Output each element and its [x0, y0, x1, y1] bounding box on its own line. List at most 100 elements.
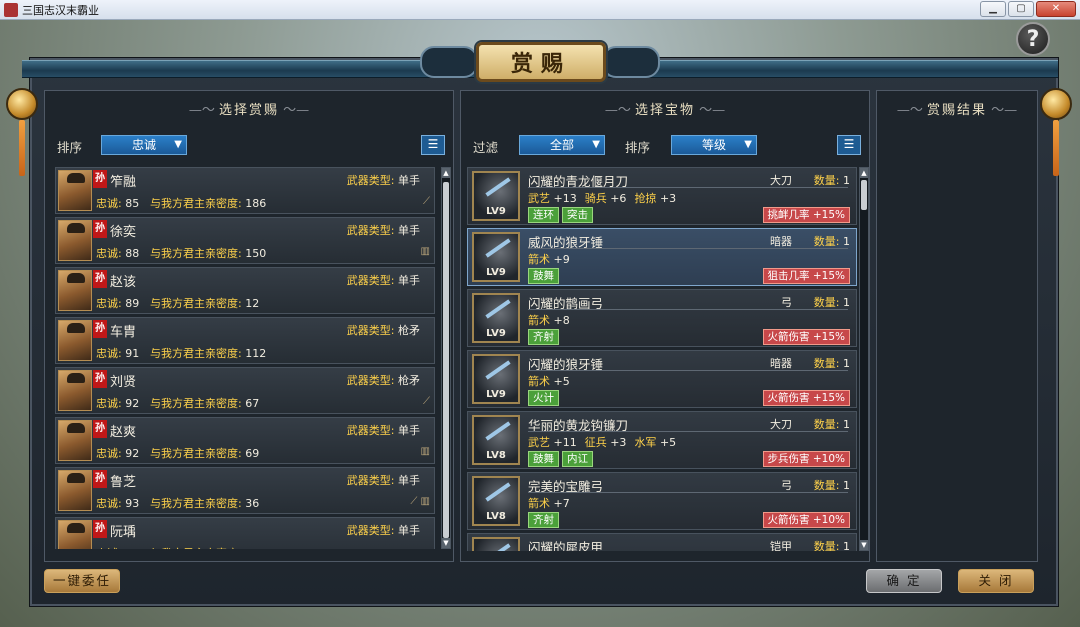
officer-name: 徐奕 — [110, 225, 137, 240]
window-titlebar: 三国志汉末霸业 ▁ ▢ ✕ — [0, 0, 1080, 20]
list-icon: ☰ — [843, 137, 855, 151]
equipment-marks-icon: ▥ — [420, 446, 430, 457]
treasure-scrollbar[interactable]: ▲ ▼ — [859, 167, 869, 551]
equipment-marks-icon: ⟋ — [423, 196, 430, 207]
weapon-type: 武器类型: 单手 — [346, 224, 420, 237]
treasure-skills: 齐射 — [528, 329, 559, 345]
maximize-button[interactable]: ▢ — [1008, 1, 1034, 17]
window-close-button[interactable]: ✕ — [1036, 1, 1076, 17]
treasure-filter-dropdown[interactable]: 全部 ▼ — [519, 135, 605, 155]
divider — [528, 431, 848, 432]
treasure-panel: —〜 选择宝物 〜— 过滤 全部 ▼ 排序 等级 ▼ ☰ LV9 闪耀的青龙偃月刀 … — [460, 90, 870, 562]
treasure-row[interactable]: LV9 闪耀的鹊画弓 弓 数量: 1 箭术 +8 齐射 火箭伤害 +15% — [467, 289, 857, 347]
skill-tag: 鼓舞 — [528, 268, 559, 284]
confirm-button[interactable]: 确 定 — [866, 569, 942, 593]
treasure-row[interactable]: LV9 闪耀的狼牙锤 暗器 数量: 1 箭术 +5 火计 火箭伤害 +15% — [467, 350, 857, 408]
window-controls: ▁ ▢ ✕ — [980, 1, 1076, 17]
officer-row[interactable]: 孙 赵爽 武器类型: 单手 忠诚: 92 与我方君主亲密度: 69 ▥ — [55, 417, 435, 464]
officer-scrollbar[interactable]: ▲ ▼ — [441, 167, 451, 549]
treasure-sort-label: 排序 — [625, 140, 651, 155]
treasure-filter-label: 过滤 — [473, 140, 499, 155]
treasure-row[interactable]: LV9 威风的狼牙锤 暗器 数量: 1 箭术 +9 鼓舞 狙击几率 +15% — [467, 228, 857, 286]
treasure-quantity: 数量: 1 — [813, 296, 850, 309]
scroll-up-icon[interactable]: ▲ — [860, 168, 868, 178]
scroll-down-icon[interactable]: ▼ — [442, 538, 450, 548]
loyalty-value: 忠诚: 91 — [96, 347, 140, 360]
treasure-list: LV9 闪耀的青龙偃月刀 大刀 数量: 1 武艺 +13 骑兵 +6 抢掠 +3 连… — [467, 167, 861, 551]
officer-portrait — [58, 470, 92, 511]
divider — [528, 492, 848, 493]
officer-sort-dropdown[interactable]: 忠诚 ▼ — [101, 135, 187, 155]
officer-list: 孙 笮融 武器类型: 单手 忠诚: 85 与我方君主亲密度: 186 ⟋ 孙 徐… — [55, 167, 439, 549]
divider — [528, 309, 848, 310]
treasure-bonus: 步兵伤害 +10% — [762, 451, 850, 467]
treasure-category: 大刀 — [770, 174, 792, 187]
officer-portrait — [58, 170, 92, 211]
auto-assign-button[interactable]: 一键委任 — [44, 569, 120, 593]
scroll-down-icon[interactable]: ▼ — [860, 540, 868, 550]
treasure-category: 暗器 — [770, 357, 792, 370]
treasure-scroll-thumb[interactable] — [861, 180, 867, 210]
treasure-icon: LV9 — [472, 171, 520, 221]
treasure-row[interactable]: LV9 闪耀的青龙偃月刀 大刀 数量: 1 武艺 +13 骑兵 +6 抢掠 +3 连… — [467, 167, 857, 225]
officer-list-view-button[interactable]: ☰ — [421, 135, 445, 155]
officer-row[interactable]: 孙 徐奕 武器类型: 单手 忠诚: 88 与我方君主亲密度: 150 ▥ — [55, 217, 435, 264]
equipment-marks-icon: ⟋ ▥ — [410, 496, 430, 507]
officer-name: 赵爽 — [110, 425, 137, 440]
treasure-stats: 武艺 +11 征兵 +3 水军 +5 — [528, 436, 677, 449]
officer-row[interactable]: 孙 笮融 武器类型: 单手 忠诚: 85 与我方君主亲密度: 186 ⟋ — [55, 167, 435, 214]
treasure-bonus: 狙击几率 +15% — [762, 268, 850, 284]
officer-row[interactable]: 孙 赵该 武器类型: 单手 忠诚: 89 与我方君主亲密度: 12 — [55, 267, 435, 314]
scroll-up-icon[interactable]: ▲ — [442, 168, 450, 178]
treasure-skills: 鼓舞 内讧 — [528, 451, 593, 467]
treasure-category: 大刀 — [770, 418, 792, 431]
divider — [528, 248, 848, 249]
faction-badge: 孙 — [93, 170, 107, 188]
treasure-stats: 箭术 +9 — [528, 253, 570, 266]
weapon-type: 武器类型: 单手 — [346, 424, 420, 437]
officer-sort-label: 排序 — [57, 140, 83, 155]
treasure-bonus: 火箭伤害 +15% — [762, 390, 850, 406]
faction-badge: 孙 — [93, 320, 107, 338]
officer-portrait — [58, 320, 92, 361]
officer-name: 鲁芝 — [110, 475, 137, 490]
treasure-level: LV9 — [486, 267, 506, 278]
treasure-stats: 箭术 +8 — [528, 314, 570, 327]
treasure-quantity: 数量: 1 — [813, 479, 850, 492]
left-tassel-ornament — [19, 120, 25, 176]
officer-row[interactable]: 孙 阮瑀 武器类型: 单手 忠诚: 93 与我方君主亲密度: 89 — [55, 517, 435, 549]
treasure-sort-dropdown[interactable]: 等级 ▼ — [671, 135, 757, 155]
help-button[interactable]: ? — [1016, 22, 1050, 56]
weapon-type: 武器类型: 单手 — [346, 524, 420, 537]
intimacy-value: 与我方君主亲密度: 12 — [150, 297, 260, 310]
chevron-down-icon: ▼ — [744, 139, 752, 150]
treasure-quantity: 数量: 1 — [813, 418, 850, 431]
treasure-stats: 武艺 +13 骑兵 +6 抢掠 +3 — [528, 192, 677, 205]
intimacy-value: 与我方君主亲密度: 67 — [150, 397, 260, 410]
loyalty-value: 忠诚: 89 — [96, 297, 140, 310]
officer-row[interactable]: 孙 鲁芝 武器类型: 单手 忠诚: 93 与我方君主亲密度: 36 ⟋ ▥ — [55, 467, 435, 514]
right-tassel-ornament — [1053, 120, 1059, 176]
officer-scroll-thumb[interactable] — [443, 182, 449, 538]
left-knob-ornament — [6, 88, 38, 120]
treasure-list-view-button[interactable]: ☰ — [837, 135, 861, 155]
treasure-level: LV8 — [486, 450, 506, 461]
minimize-button[interactable]: ▁ — [980, 1, 1006, 17]
loyalty-value: 忠诚: 92 — [96, 447, 140, 460]
faction-badge: 孙 — [93, 470, 107, 488]
intimacy-value: 与我方君主亲密度: 69 — [150, 447, 260, 460]
loyalty-value: 忠诚: 92 — [96, 397, 140, 410]
treasure-row[interactable]: LV8 华丽的黄龙钩镰刀 大刀 数量: 1 武艺 +11 征兵 +3 水军 +5 鼓… — [467, 411, 857, 469]
officer-row[interactable]: 孙 车胄 武器类型: 枪矛 忠诚: 91 与我方君主亲密度: 112 — [55, 317, 435, 364]
treasure-row[interactable]: LV8 完美的宝雕弓 弓 数量: 1 箭术 +7 齐射 火箭伤害 +10% — [467, 472, 857, 530]
app-icon — [4, 2, 18, 17]
faction-badge: 孙 — [93, 220, 107, 238]
treasure-stats: 箭术 +5 — [528, 375, 570, 388]
officer-row[interactable]: 孙 刘贤 武器类型: 枪矛 忠诚: 92 与我方君主亲密度: 67 ⟋ — [55, 367, 435, 414]
treasure-row[interactable]: LV8 闪耀的犀皮甲 铠甲 数量: 1 — [467, 533, 857, 551]
loyalty-value: 忠诚: 93 — [96, 497, 140, 510]
treasure-stats: 箭术 +7 — [528, 497, 570, 510]
officer-panel: —〜 选择赏赐 〜— 排序 忠诚 ▼ ☰ 孙 笮融 武器类型: 单手 忠诚: 85… — [44, 90, 454, 562]
divider — [528, 370, 848, 371]
close-button[interactable]: 关 闭 — [958, 569, 1034, 593]
